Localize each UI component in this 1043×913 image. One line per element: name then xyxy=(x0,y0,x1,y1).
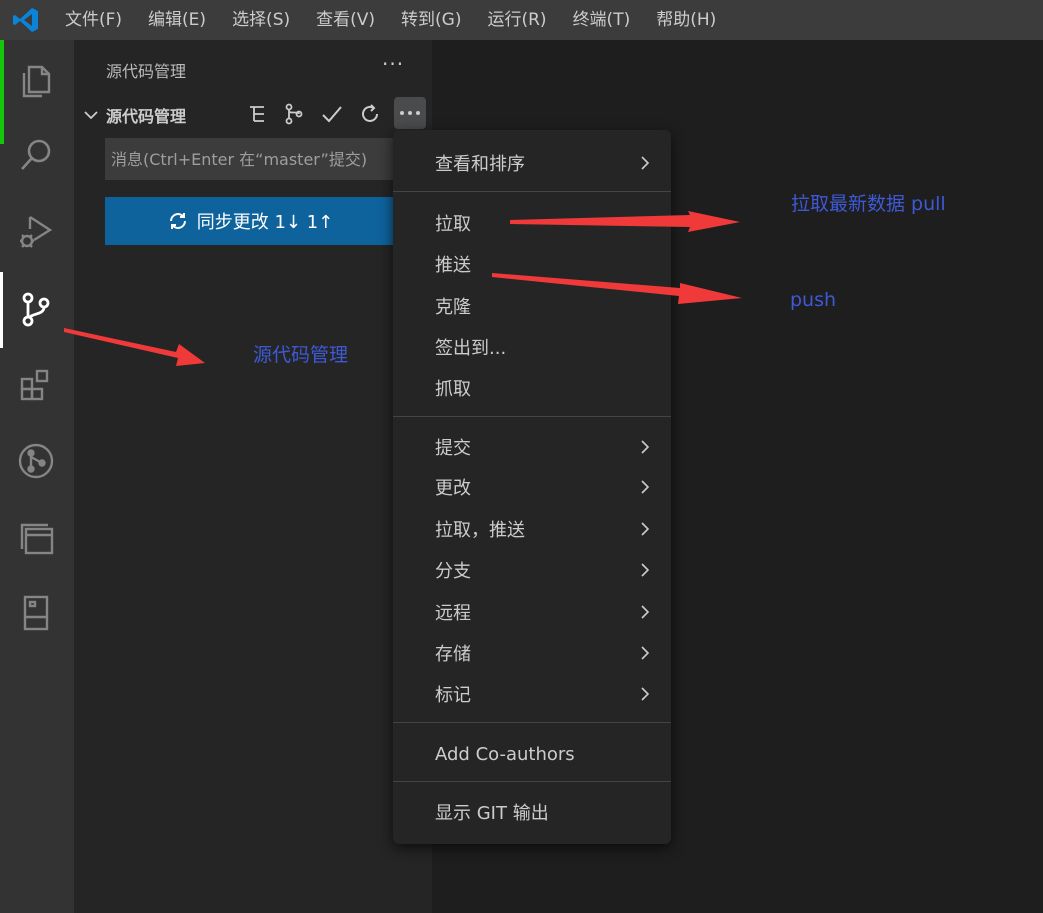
pull-annotation-label: 拉取最新数据 pull xyxy=(791,193,946,215)
menu-commit[interactable]: 提交 xyxy=(393,428,671,466)
menu-item-label: 标记 xyxy=(435,685,471,706)
scm-active-indicator xyxy=(0,272,3,348)
commit-checkmark-icon[interactable] xyxy=(318,100,346,128)
menu-item-label: 抓取 xyxy=(435,379,471,400)
menu-fetch[interactable]: 抓取 xyxy=(393,369,671,407)
menu-item-label: 显示 GIT 输出 xyxy=(435,803,549,824)
menu-show-git-output[interactable]: 显示 GIT 输出 xyxy=(393,793,671,831)
branch-graph-icon[interactable] xyxy=(280,100,308,128)
menu-pull-push[interactable]: 拉取，推送 xyxy=(393,510,671,548)
scm-annotation-label: 源代码管理 xyxy=(253,344,349,366)
menu-pull[interactable]: 拉取 xyxy=(393,204,671,242)
menu-separator xyxy=(393,781,671,782)
menu-checkout-to[interactable]: 签出到... xyxy=(393,328,671,366)
menu-item-label: 提交 xyxy=(435,438,471,459)
chevron-right-icon xyxy=(641,605,650,619)
sync-button-label: 同步更改 1↓ 1↑ xyxy=(196,212,334,233)
view-as-tree-icon[interactable] xyxy=(244,100,272,128)
commit-message-input[interactable] xyxy=(105,138,395,180)
extensions-icon[interactable] xyxy=(13,362,59,408)
search-icon[interactable] xyxy=(13,132,59,178)
menu-run[interactable]: 运行(R) xyxy=(474,0,559,40)
menu-view-and-sort[interactable]: 查看和排序 xyxy=(393,144,671,182)
source-control-icon[interactable] xyxy=(13,286,59,332)
remote-explorer-icon[interactable] xyxy=(13,514,59,560)
activity-bar xyxy=(0,40,74,913)
chevron-right-icon xyxy=(641,563,650,577)
scm-section-title: 源代码管理 xyxy=(106,107,187,126)
menu-file[interactable]: 文件(F) xyxy=(52,0,135,40)
ellipsis-icon xyxy=(400,111,420,115)
more-actions-button[interactable] xyxy=(394,97,426,129)
menu-item-label: 拉取，推送 xyxy=(435,520,525,541)
scm-more-actions-menu: 查看和排序 拉取 推送 克隆 签出到... 抓取 提交 更改 拉取，推送 分支 … xyxy=(393,130,671,844)
chevron-right-icon xyxy=(641,440,650,454)
sidebar-title: 源代码管理 xyxy=(106,62,187,81)
menu-separator xyxy=(393,416,671,417)
menu-item-label: 分支 xyxy=(435,561,471,582)
menu-item-label: 存储 xyxy=(435,644,471,665)
menu-item-label: 签出到... xyxy=(435,338,507,359)
chevron-down-icon xyxy=(84,111,98,120)
sync-changes-button[interactable]: 同步更改 1↓ 1↑ xyxy=(105,197,395,245)
menu-item-label: 克隆 xyxy=(435,297,471,318)
menu-go[interactable]: 转到(G) xyxy=(388,0,474,40)
menu-item-label: 拉取 xyxy=(435,214,471,235)
menu-terminal[interactable]: 终端(T) xyxy=(560,0,644,40)
chevron-right-icon xyxy=(641,522,650,536)
menu-view[interactable]: 查看(V) xyxy=(303,0,388,40)
menu-selection[interactable]: 选择(S) xyxy=(219,0,303,40)
menu-clone[interactable]: 克隆 xyxy=(393,287,671,325)
menu-item-label: 更改 xyxy=(435,478,471,499)
scm-sidebar: 源代码管理 ··· 源代码管理 消息(Ctrl+Enter 在“master”提… xyxy=(74,40,432,913)
menu-remote[interactable]: 远程 xyxy=(393,593,671,631)
chevron-right-icon xyxy=(641,156,650,170)
menu-tags[interactable]: 标记 xyxy=(393,675,671,713)
chevron-right-icon xyxy=(641,480,650,494)
menu-separator xyxy=(393,722,671,723)
chevron-right-icon xyxy=(641,646,650,660)
push-annotation-label: push xyxy=(790,289,837,311)
refresh-icon[interactable] xyxy=(356,100,384,128)
menu-help[interactable]: 帮助(H) xyxy=(643,0,729,40)
menu-add-co-authors[interactable]: Add Co-authors xyxy=(393,735,671,773)
menu-item-label: Add Co-authors xyxy=(435,743,575,765)
menu-edit[interactable]: 编辑(E) xyxy=(135,0,219,40)
menu-item-label: 远程 xyxy=(435,603,471,624)
menu-branch[interactable]: 分支 xyxy=(393,551,671,589)
menu-push[interactable]: 推送 xyxy=(393,245,671,283)
chevron-right-icon xyxy=(641,687,650,701)
menu-item-label: 推送 xyxy=(435,255,471,276)
active-indicator xyxy=(0,40,4,144)
menu-item-label: 查看和排序 xyxy=(435,154,525,175)
run-debug-icon[interactable] xyxy=(13,208,59,254)
git-graph-icon[interactable] xyxy=(13,438,59,484)
book-icon[interactable] xyxy=(13,590,59,636)
sidebar-more-button[interactable]: ··· xyxy=(382,52,404,76)
explorer-icon[interactable] xyxy=(13,56,59,102)
menu-changes[interactable]: 更改 xyxy=(393,468,671,506)
scm-section-header[interactable]: 源代码管理 xyxy=(82,102,186,128)
menu-separator xyxy=(393,191,671,192)
vscode-logo-icon xyxy=(0,0,52,40)
menu-stash[interactable]: 存储 xyxy=(393,634,671,672)
menu-bar: 文件(F) 编辑(E) 选择(S) 查看(V) 转到(G) 运行(R) 终端(T… xyxy=(0,0,1043,40)
sync-icon xyxy=(169,213,186,229)
